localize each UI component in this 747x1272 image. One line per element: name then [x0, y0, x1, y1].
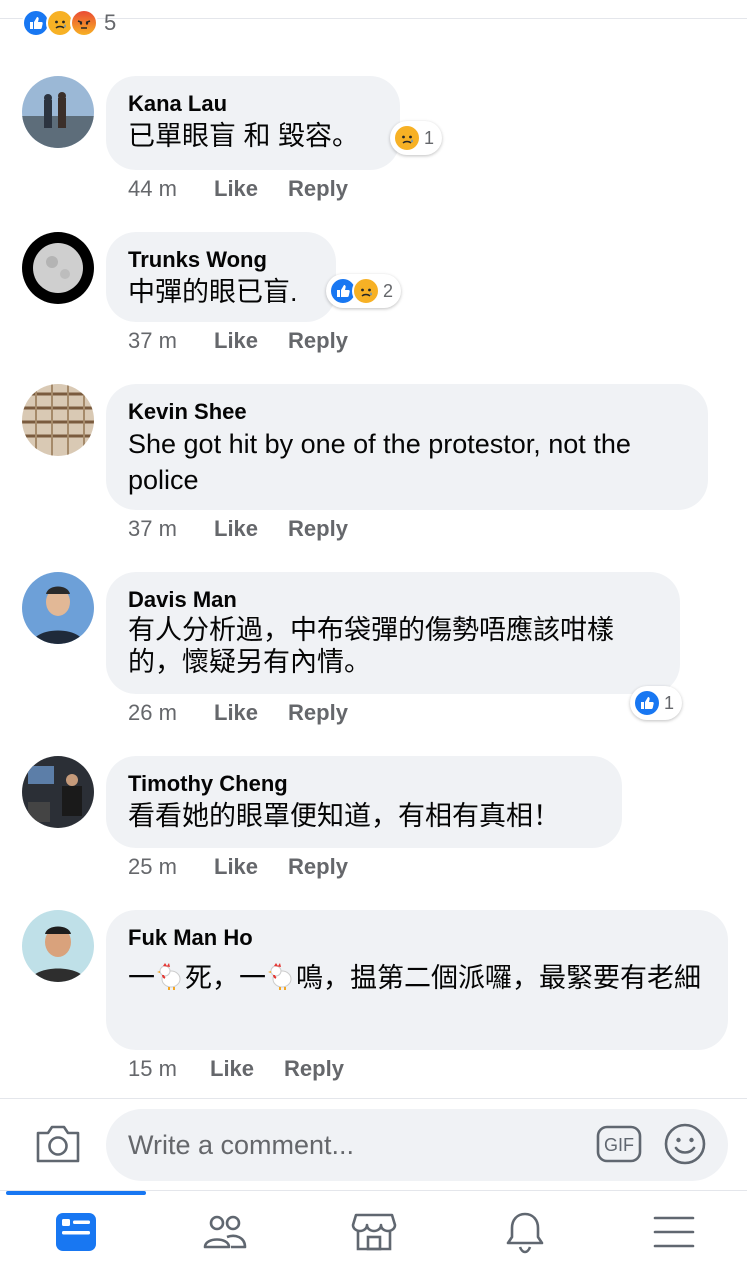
comment-text: 已單眼盲 和 毀容。 — [128, 121, 360, 151]
angry-icon — [70, 9, 98, 37]
reply-button[interactable]: Reply — [288, 700, 348, 726]
comment-composer: Write a comment... GIF — [0, 1098, 747, 1191]
comment-text-part: 一 — [128, 963, 155, 993]
sad-icon — [393, 124, 421, 152]
avatar[interactable] — [22, 572, 94, 644]
comment-time[interactable]: 37 m — [128, 516, 214, 542]
comment-author[interactable]: Kana Lau — [128, 90, 378, 118]
comment-time[interactable]: 25 m — [128, 854, 214, 880]
comment-reaction-count: 1 — [664, 692, 675, 713]
comment-input-placeholder: Write a comment... — [128, 1129, 355, 1160]
rooster-emoji-icon — [155, 961, 185, 991]
avatar[interactable] — [22, 384, 94, 456]
comment-author[interactable]: Trunks Wong — [128, 246, 314, 274]
reply-button[interactable]: Reply — [284, 1056, 344, 1082]
notifications-icon[interactable] — [502, 1209, 548, 1255]
gif-button[interactable]: GIF — [596, 1123, 642, 1165]
reply-button[interactable]: Reply — [288, 854, 348, 880]
gif-label: GIF — [604, 1135, 634, 1155]
comment-author[interactable]: Timothy Cheng — [128, 770, 600, 798]
comment-time[interactable]: 37 m — [128, 328, 214, 354]
like-button[interactable]: Like — [214, 516, 258, 542]
like-button[interactable]: Like — [214, 176, 258, 202]
comment-time[interactable]: 44 m — [128, 176, 214, 202]
active-tab-indicator — [6, 1191, 146, 1195]
comment-text: 一死，一 鳴，揾第二個派囉，最緊要有老細 — [128, 960, 706, 996]
avatar[interactable] — [22, 756, 94, 828]
like-button[interactable]: Like — [214, 328, 258, 354]
comment-reaction-count: 1 — [424, 127, 435, 148]
reply-button[interactable]: Reply — [288, 176, 348, 202]
comment-author[interactable]: Davis Man — [128, 586, 658, 614]
comment-text: She got hit by one of the protestor, not… — [128, 429, 631, 495]
like-icon — [633, 689, 661, 717]
comment-reactions[interactable]: 2 — [326, 274, 402, 308]
marketplace-icon[interactable] — [351, 1209, 397, 1255]
menu-icon[interactable] — [651, 1209, 697, 1255]
comment-text: 看看她的眼罩便知道，有相有真相！ — [128, 801, 560, 831]
reaction-count: 5 — [104, 10, 117, 35]
sad-icon — [352, 277, 380, 305]
friends-icon[interactable] — [202, 1209, 248, 1255]
avatar[interactable] — [22, 76, 94, 148]
comment-time[interactable]: 15 m — [128, 1056, 210, 1082]
comment-reactions[interactable]: 1 — [390, 121, 443, 155]
like-button[interactable]: Like — [210, 1056, 254, 1082]
comment-bubble[interactable]: Kana Lau 已單眼盲 和 毀容。 — [106, 76, 400, 170]
reaction-summary[interactable]: 5 — [22, 6, 116, 40]
comment-text-part: 死，一 — [185, 963, 266, 993]
comment-bubble[interactable]: Fuk Man Ho 一死，一 鳴，揾第二個派囉，最緊要有老細 — [106, 910, 728, 1050]
comment-reactions[interactable]: 1 — [630, 686, 683, 720]
like-button[interactable]: Like — [214, 700, 258, 726]
comment-bubble[interactable]: Kevin Shee She got hit by one of the pro… — [106, 384, 708, 510]
comment-bubble[interactable]: Trunks Wong 中彈的眼已盲. — [106, 232, 336, 322]
avatar[interactable] — [22, 232, 94, 304]
comment-text-part: 鳴，揾第二個派囉，最緊要有老細 — [296, 963, 701, 993]
comment-text: 有人分析過，中布袋彈的傷勢唔應該咁樣的，懷疑另有內情。 — [128, 615, 614, 677]
comment-bubble[interactable]: Timothy Cheng 看看她的眼罩便知道，有相有真相！ — [106, 756, 622, 848]
emoji-icon[interactable] — [662, 1121, 708, 1167]
like-button[interactable]: Like — [214, 854, 258, 880]
bottom-tab-bar — [0, 1190, 747, 1272]
comment-reaction-count: 2 — [383, 280, 394, 301]
rooster-emoji-icon — [266, 961, 296, 991]
avatar[interactable] — [22, 910, 94, 982]
reply-button[interactable]: Reply — [288, 328, 348, 354]
comment-text: 中彈的眼已盲. — [128, 277, 298, 307]
camera-icon[interactable] — [34, 1121, 82, 1167]
reply-button[interactable]: Reply — [288, 516, 348, 542]
comment-author[interactable]: Fuk Man Ho — [128, 924, 706, 952]
comment-author[interactable]: Kevin Shee — [128, 398, 686, 426]
news-feed-icon[interactable] — [53, 1209, 99, 1255]
comment-time[interactable]: 26 m — [128, 700, 214, 726]
comment-bubble[interactable]: Davis Man 有人分析過，中布袋彈的傷勢唔應該咁樣的，懷疑另有內情。 — [106, 572, 680, 694]
